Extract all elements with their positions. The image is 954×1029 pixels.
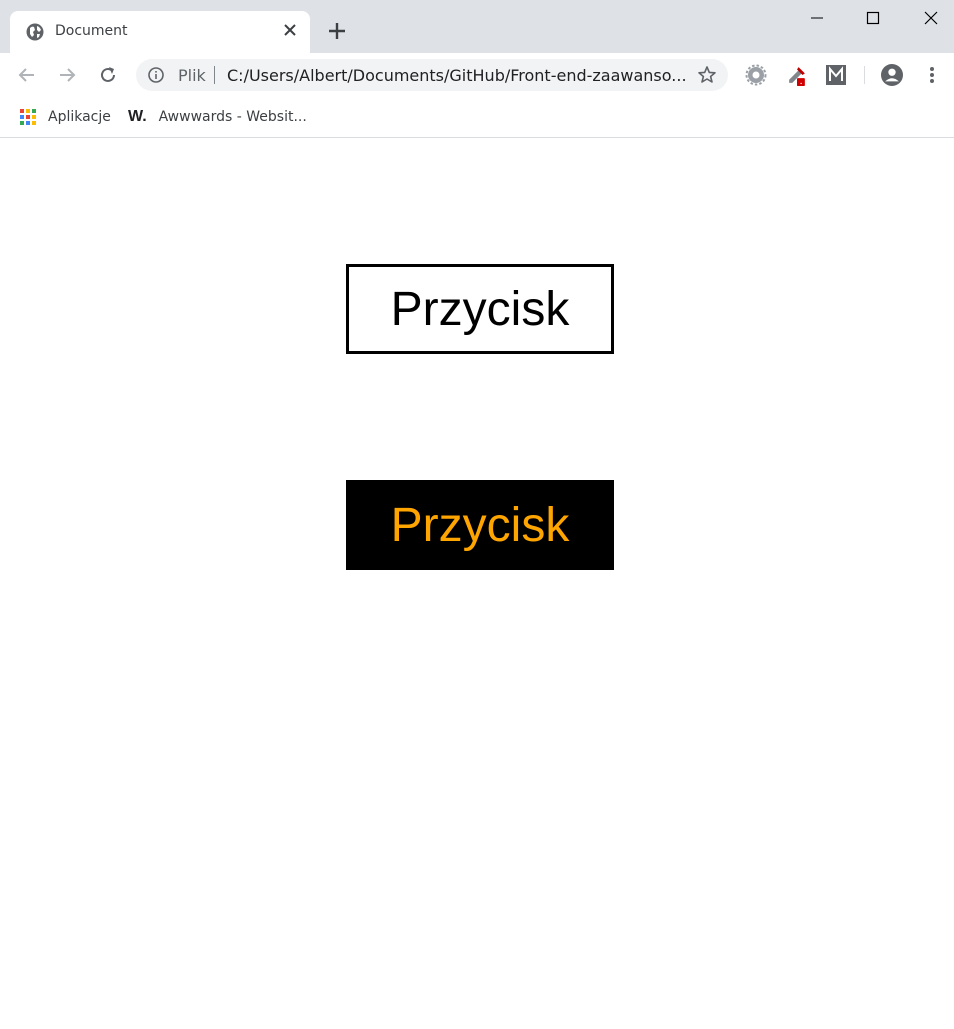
address-bar[interactable]: Plik C:/Users/Albert/Documents/GitHub/Fr… <box>136 59 728 91</box>
bookmarks-bar: Aplikacje W. Awwwards - Websit... <box>0 97 954 138</box>
bookmark-star-icon[interactable] <box>697 65 717 85</box>
close-tab-icon[interactable] <box>282 22 298 38</box>
settings-gear-extension-icon[interactable] <box>745 64 767 86</box>
profile-avatar-icon[interactable] <box>881 64 903 86</box>
toolbar-divider <box>864 66 865 84</box>
maximize-icon[interactable] <box>850 0 896 36</box>
globe-icon <box>26 23 44 41</box>
menu-kebab-icon[interactable] <box>921 64 943 86</box>
tab-title: Document <box>55 23 128 39</box>
m-extension-icon[interactable] <box>825 64 847 86</box>
close-window-icon[interactable] <box>908 0 954 36</box>
browser-toolbar: Plik C:/Users/Albert/Documents/GitHub/Fr… <box>0 53 954 97</box>
minimize-icon[interactable] <box>794 0 840 36</box>
eyedropper-extension-icon[interactable] <box>786 64 808 86</box>
bookmark-apps[interactable]: Aplikacje <box>20 107 111 127</box>
awwwards-icon: W. <box>128 108 147 125</box>
browser-title-bar: Document <box>0 0 954 53</box>
outline-button[interactable]: Przycisk <box>346 264 614 354</box>
omnibox-separator <box>214 66 215 84</box>
url-text[interactable]: C:/Users/Albert/Documents/GitHub/Front-e… <box>227 66 687 85</box>
info-icon[interactable] <box>148 67 164 83</box>
forward-arrow-icon[interactable] <box>56 64 78 86</box>
filled-button[interactable]: Przycisk <box>346 480 614 570</box>
scheme-label: Plik <box>178 66 206 85</box>
page-content: Przycisk Przycisk <box>0 139 954 1029</box>
bookmark-label: Awwwards - Websit... <box>158 109 307 125</box>
bookmark-label: Aplikacje <box>48 109 111 125</box>
back-arrow-icon[interactable] <box>16 64 38 86</box>
bookmark-awwwards[interactable]: W. Awwwards - Websit... <box>128 107 307 127</box>
new-tab-icon[interactable] <box>327 21 347 41</box>
apps-grid-icon <box>20 109 36 125</box>
browser-tab[interactable]: Document <box>10 11 310 53</box>
reload-icon[interactable] <box>97 64 119 86</box>
